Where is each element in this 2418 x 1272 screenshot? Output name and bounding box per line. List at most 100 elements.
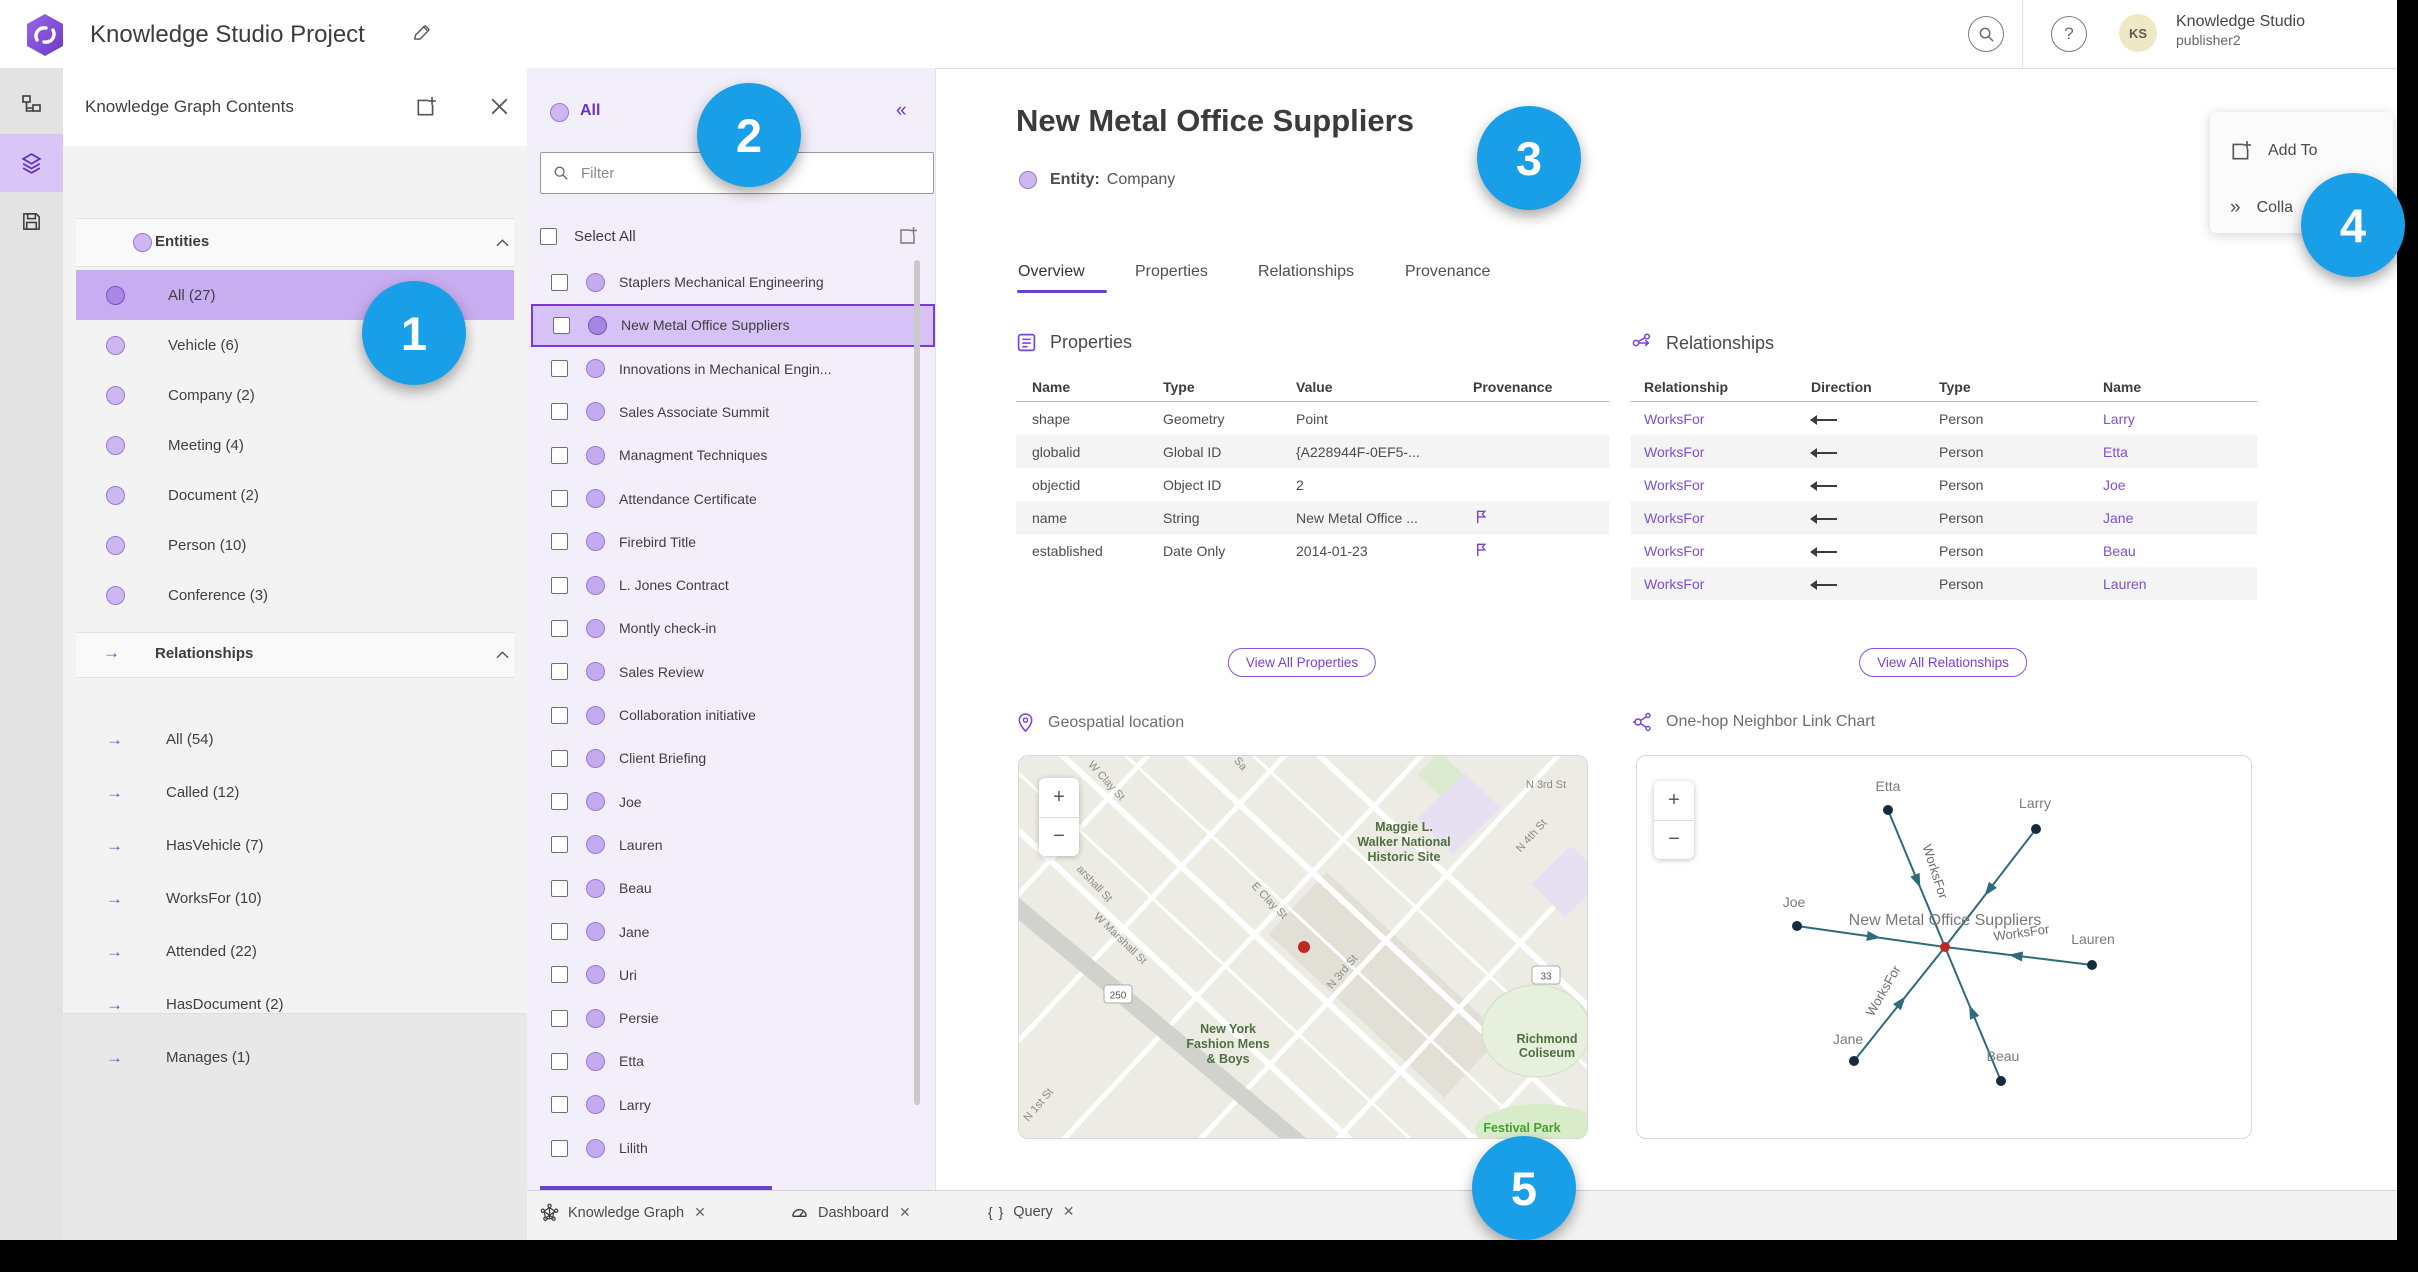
node-larry[interactable] bbox=[2031, 824, 2041, 834]
contents-relationship-item[interactable]: → HasVehicle (7) bbox=[76, 819, 514, 872]
list-item[interactable]: New Metal Office Suppliers bbox=[531, 303, 935, 347]
bottom-tab-knowledge-graph[interactable]: Knowledge Graph ✕ bbox=[540, 1203, 706, 1222]
geospatial-map[interactable]: W Clay St Sa N 3rd St N 4th St E Clay St arsh… bbox=[1018, 755, 1588, 1139]
provenance-flag-icon[interactable] bbox=[1473, 541, 1609, 561]
entities-group-row[interactable]: Entities bbox=[76, 218, 514, 267]
select-all-row[interactable]: Select All bbox=[540, 220, 932, 252]
item-checkbox[interactable] bbox=[551, 446, 568, 464]
item-checkbox[interactable] bbox=[551, 663, 568, 681]
contents-entity-item[interactable]: Conference (3) bbox=[76, 570, 514, 620]
related-entity-link[interactable]: Etta bbox=[2103, 444, 2257, 460]
list-item[interactable]: Lilith bbox=[531, 1127, 931, 1170]
list-item[interactable]: Beau bbox=[531, 867, 931, 910]
list-item[interactable]: L. Jones Contract bbox=[531, 564, 931, 607]
item-checkbox[interactable] bbox=[551, 1096, 568, 1114]
item-checkbox[interactable] bbox=[551, 1009, 568, 1027]
contents-entity-item[interactable]: Document (2) bbox=[76, 470, 514, 520]
relationship-type-link[interactable]: WorksFor bbox=[1644, 444, 1811, 460]
list-item[interactable]: Persie bbox=[531, 997, 931, 1040]
item-checkbox[interactable] bbox=[551, 879, 568, 897]
avatar[interactable]: KS bbox=[2119, 14, 2157, 52]
contents-relationship-item[interactable]: → All (54) bbox=[76, 713, 514, 766]
item-checkbox[interactable] bbox=[553, 316, 570, 334]
add-to-menu-item[interactable]: Add To bbox=[2230, 140, 2318, 162]
collapse-menu-item[interactable]: » Colla bbox=[2230, 197, 2293, 219]
node-etta[interactable] bbox=[1883, 805, 1893, 815]
item-checkbox[interactable] bbox=[551, 749, 568, 767]
zoom-in-button[interactable]: + bbox=[1654, 781, 1694, 821]
close-tab-icon[interactable]: ✕ bbox=[1063, 1203, 1075, 1220]
item-checkbox[interactable] bbox=[551, 793, 568, 811]
list-item[interactable]: Attendance Certificate bbox=[531, 477, 931, 520]
node-lauren[interactable] bbox=[2087, 960, 2097, 970]
link-chart-tool-button[interactable] bbox=[0, 76, 63, 134]
item-checkbox[interactable] bbox=[551, 966, 568, 984]
close-tab-icon[interactable]: ✕ bbox=[694, 1204, 706, 1221]
tab-provenance[interactable]: Provenance bbox=[1405, 263, 1490, 281]
item-checkbox[interactable] bbox=[551, 619, 568, 637]
view-all-relationships-button[interactable]: View All Relationships bbox=[1859, 648, 2027, 677]
zoom-out-button[interactable]: − bbox=[1039, 818, 1079, 857]
list-item[interactable]: Larry bbox=[531, 1083, 931, 1126]
list-item[interactable]: Sales Review bbox=[531, 650, 931, 693]
node-joe[interactable] bbox=[1792, 921, 1802, 931]
relationship-type-link[interactable]: WorksFor bbox=[1644, 510, 1811, 526]
relationship-type-link[interactable]: WorksFor bbox=[1644, 477, 1811, 493]
contents-tool-button[interactable] bbox=[0, 134, 63, 192]
item-checkbox[interactable] bbox=[551, 1052, 568, 1070]
save-tool-button[interactable] bbox=[0, 192, 63, 250]
node-jane[interactable] bbox=[1849, 1056, 1859, 1066]
node-center[interactable] bbox=[1940, 942, 1950, 952]
close-tab-icon[interactable]: ✕ bbox=[899, 1204, 911, 1221]
relationship-type-link[interactable]: WorksFor bbox=[1644, 411, 1811, 427]
search-button[interactable] bbox=[1968, 16, 2004, 52]
select-all-checkbox[interactable] bbox=[540, 227, 557, 245]
contents-entity-item[interactable]: Person (10) bbox=[76, 520, 514, 570]
list-item[interactable]: Jane bbox=[531, 910, 931, 953]
list-item[interactable]: Innovations in Mechanical Engin... bbox=[531, 347, 931, 390]
contents-relationship-item[interactable]: → Manages (1) bbox=[76, 1031, 514, 1084]
edit-title-pencil-icon[interactable] bbox=[412, 24, 434, 46]
related-entity-link[interactable]: Joe bbox=[2103, 477, 2257, 493]
collapse-list-panel-icon[interactable]: « bbox=[896, 100, 906, 122]
list-item[interactable]: Lauren bbox=[531, 823, 931, 866]
contents-relationship-item[interactable]: → HasDocument (2) bbox=[76, 978, 514, 1031]
related-entity-link[interactable]: Jane bbox=[2103, 510, 2257, 526]
zoom-in-button[interactable]: + bbox=[1039, 778, 1079, 818]
list-item[interactable]: Managment Techniques bbox=[531, 434, 931, 477]
list-scrollbar[interactable] bbox=[914, 260, 920, 1105]
item-checkbox[interactable] bbox=[551, 836, 568, 854]
item-checkbox[interactable] bbox=[551, 403, 568, 421]
zoom-out-button[interactable]: − bbox=[1654, 821, 1694, 860]
close-panel-icon[interactable] bbox=[491, 98, 508, 115]
contents-relationship-item[interactable]: → Called (12) bbox=[76, 766, 514, 819]
contents-relationship-item[interactable]: → Attended (22) bbox=[76, 925, 514, 978]
list-item[interactable]: Client Briefing bbox=[531, 737, 931, 780]
add-to-new-icon[interactable] bbox=[898, 226, 918, 246]
node-beau[interactable] bbox=[1996, 1076, 2006, 1086]
relationships-group-row[interactable]: → Relationships bbox=[76, 632, 514, 678]
bottom-tab-dashboard[interactable]: Dashboard ✕ bbox=[790, 1203, 911, 1222]
list-item[interactable]: Etta bbox=[531, 1040, 931, 1083]
one-hop-link-chart[interactable]: Etta Larry Joe Lauren Jane Beau WorksFor WorksF… bbox=[1636, 755, 2252, 1139]
item-checkbox[interactable] bbox=[551, 706, 568, 724]
list-item[interactable]: Firebird Title bbox=[531, 520, 931, 563]
bottom-tab-query[interactable]: { } Query ✕ bbox=[988, 1203, 1074, 1220]
item-checkbox[interactable] bbox=[551, 273, 568, 291]
item-checkbox[interactable] bbox=[551, 1139, 568, 1157]
related-entity-link[interactable]: Beau bbox=[2103, 543, 2257, 559]
contents-entity-item[interactable]: Company (2) bbox=[76, 370, 514, 420]
relationship-type-link[interactable]: WorksFor bbox=[1644, 543, 1811, 559]
add-to-new-icon[interactable] bbox=[415, 96, 437, 118]
view-all-properties-button[interactable]: View All Properties bbox=[1227, 648, 1377, 677]
relationship-type-link[interactable]: WorksFor bbox=[1644, 576, 1811, 592]
list-item[interactable]: Sales Associate Summit bbox=[531, 390, 931, 433]
item-checkbox[interactable] bbox=[551, 533, 568, 551]
contents-entity-item[interactable]: Meeting (4) bbox=[76, 420, 514, 470]
list-item[interactable]: Uri bbox=[531, 953, 931, 996]
list-item[interactable]: Staplers Mechanical Engineering bbox=[531, 261, 931, 304]
map-canvas[interactable]: W Clay St SaN 3rd StN 4th StE Clay Starsh… bbox=[1019, 756, 1587, 1138]
related-entity-link[interactable]: Lauren bbox=[2103, 576, 2257, 592]
help-button[interactable]: ? bbox=[2051, 16, 2087, 52]
list-item[interactable]: Montly check-in bbox=[531, 607, 931, 650]
